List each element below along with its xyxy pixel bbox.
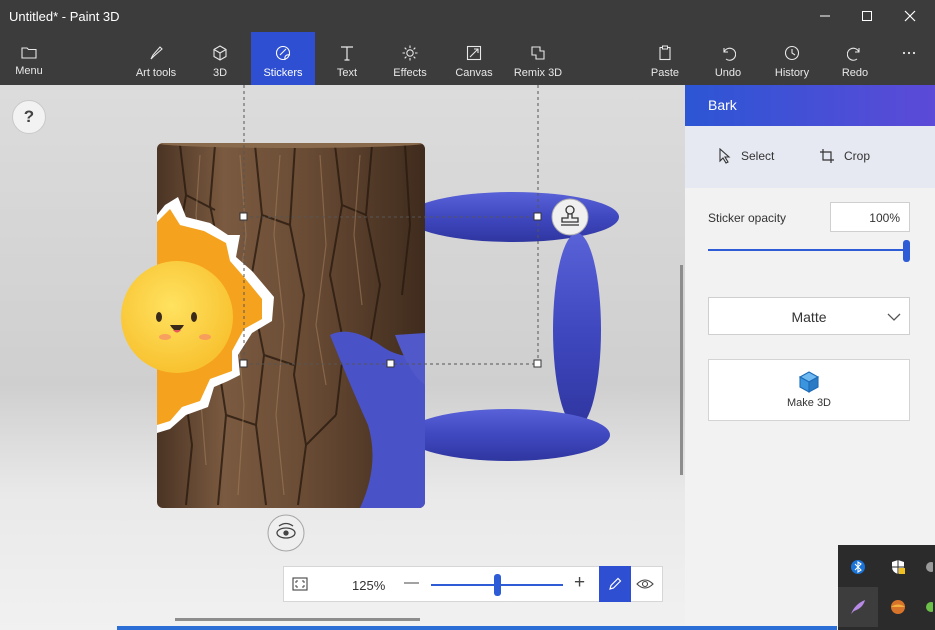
mug-handle[interactable] [406,192,619,461]
minimize-button[interactable] [803,0,847,32]
sun-effects-icon [402,45,418,61]
redo-button[interactable]: Redo [834,32,876,85]
security-tray-button[interactable] [878,547,918,587]
minimize-icon [820,15,830,17]
history-icon [784,45,800,61]
cube-3d-icon [798,371,820,393]
rotate-view-button[interactable] [267,514,305,552]
eye-icon [636,579,654,589]
maximize-icon [862,11,872,21]
canvas-button[interactable]: Canvas [448,32,500,85]
crop-button[interactable]: Crop [819,148,870,164]
text-icon [341,46,353,61]
clipboard-icon [659,45,671,61]
vertical-scrollbar[interactable] [680,265,683,475]
resize-handle[interactable] [533,212,542,221]
close-icon [904,10,916,22]
feather-icon [851,600,865,614]
stamp-button[interactable] [551,198,589,236]
zoom-slider-thumb[interactable] [494,574,501,596]
zoom-level: 125% [352,578,386,593]
finish-dropdown[interactable]: Matte [708,297,910,335]
fit-screen-icon [292,577,308,591]
remix-3d-button[interactable]: Remix 3D [508,32,568,85]
redo-icon [847,47,860,61]
resize-handle[interactable] [533,359,542,368]
bluetooth-icon [851,560,865,574]
text-button[interactable]: Text [323,32,371,85]
undo-button[interactable]: Undo [706,32,750,85]
paste-button[interactable]: Paste [642,32,688,85]
close-button[interactable] [888,0,932,32]
stickers-button[interactable]: Stickers [251,32,315,85]
undo-icon [723,47,736,61]
app-orb-icon [891,600,905,614]
maximize-button[interactable] [845,0,889,32]
3d-shapes-button[interactable]: 3D [196,32,244,85]
zoom-bar: 125% — + [283,566,663,602]
opacity-slider-thumb[interactable] [903,240,910,262]
tray-icon-partial[interactable] [918,547,935,587]
toolbar: Menu Art tools 3D Stickers Text Effects … [0,32,935,85]
pencil-icon [609,577,622,590]
fit-to-screen-button[interactable] [292,577,308,596]
zoom-in-button[interactable]: + [574,572,585,594]
taskbar-accent [117,626,837,630]
chevron-down-icon [887,313,901,321]
window-title: Untitled* - Paint 3D [9,9,120,24]
more-options-button[interactable] [892,32,926,85]
panel-header: Bark [685,85,935,126]
zoom-out-button[interactable]: — [404,574,419,591]
brush-icon [150,46,163,60]
drawing-canvas[interactable]: ? 125% — + [0,85,685,630]
system-tray-overflow [838,545,935,630]
resize-handle[interactable] [239,359,248,368]
title-bar: Untitled* - Paint 3D [0,0,935,32]
canvas-resize-icon [466,45,482,61]
app-tray-button[interactable] [878,587,918,627]
make-3d-button[interactable]: Make 3D [708,359,910,421]
view-mode-button[interactable] [636,577,654,596]
tray-icon-partial-2[interactable] [918,587,935,627]
finish-value: Matte [791,309,827,325]
cube-icon [213,45,227,61]
art-tools-button[interactable]: Art tools [126,32,186,85]
horizontal-scrollbar[interactable] [175,618,420,621]
bluetooth-tray-button[interactable] [838,547,878,587]
mug-scene [121,85,619,552]
select-button[interactable]: Select [718,148,774,164]
tray-partial-icon [925,562,933,572]
more-icon [902,51,916,55]
cursor-icon [719,148,731,164]
menu-button[interactable]: Menu [0,32,58,85]
panel-title: Bark [708,97,737,113]
resize-handle[interactable] [239,212,248,221]
resize-handle[interactable] [386,359,395,368]
sticker-icon [275,45,291,61]
sticker-opacity-label: Sticker opacity [708,211,787,225]
folder-icon [21,47,37,59]
effects-button[interactable]: Effects [382,32,438,85]
select-crop-bar: Select Crop [685,126,935,188]
sticker-opacity-input[interactable]: 100% [830,202,910,232]
green-app-icon [925,602,933,612]
opacity-slider-track[interactable] [708,249,904,251]
feather-tray-button[interactable] [838,587,878,627]
remix-icon [531,46,545,60]
edit-mode-button[interactable] [599,566,631,602]
crop-icon [820,149,834,163]
history-button[interactable]: History [768,32,816,85]
shield-icon [892,560,905,574]
